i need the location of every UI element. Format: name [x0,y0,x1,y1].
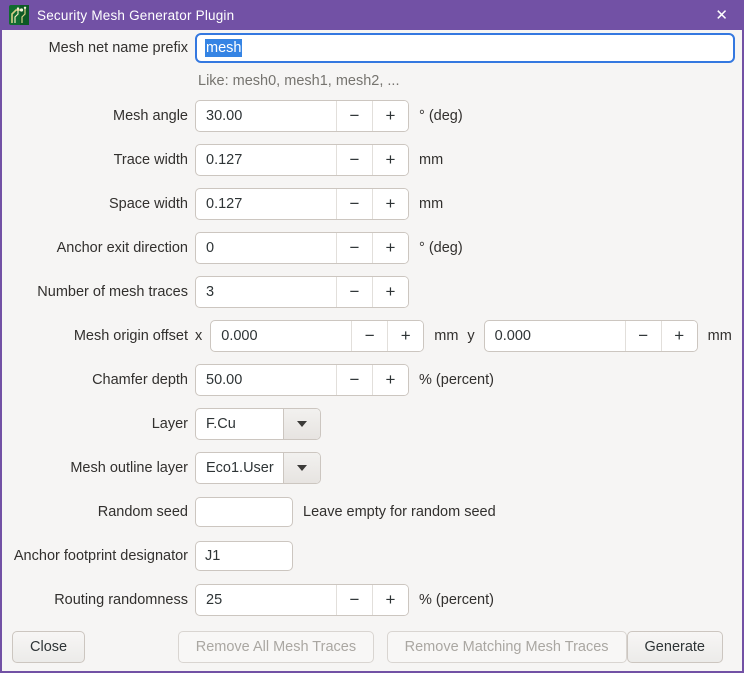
close-icon[interactable]: ✕ [711,6,732,25]
anchor-exit-direction-unit: ° (deg) [419,240,463,256]
origin-x-label: x [195,328,202,344]
chamfer-depth-decrement-button[interactable]: − [336,365,372,395]
chamfer-depth-spinner: 50.00 − + [195,364,409,396]
routing-randomness-input[interactable]: 25 [196,585,336,615]
mesh-net-name-prefix-row: Mesh net name prefix mesh [2,33,735,63]
trace-width-unit: mm [419,152,443,168]
trace-width-label: Trace width [2,152,188,168]
space-width-spinner: 0.127 − + [195,188,409,220]
origin-y-input[interactable]: 0.000 [485,321,625,351]
chamfer-depth-row: Chamfer depth 50.00 − + % (percent) [2,364,735,396]
random-seed-label: Random seed [2,504,188,520]
plugin-dialog-window: Security Mesh Generator Plugin ✕ Mesh ne… [0,0,744,673]
anchor-exit-direction-spinner: 0 − + [195,232,409,264]
random-seed-input[interactable] [195,497,293,527]
layer-dropdown-arrow [283,409,320,439]
mesh-outline-layer-dropdown-arrow [283,453,320,483]
anchor-exit-direction-row: Anchor exit direction 0 − + ° (deg) [2,232,735,264]
chamfer-depth-unit: % (percent) [419,372,494,388]
anchor-exit-direction-input[interactable]: 0 [196,233,336,263]
trace-width-spinner: 0.127 − + [195,144,409,176]
number-of-mesh-traces-input[interactable]: 3 [196,277,336,307]
number-of-mesh-traces-label: Number of mesh traces [2,284,188,300]
origin-y-increment-button[interactable]: + [661,321,697,351]
mesh-angle-input[interactable]: 30.00 [196,101,336,131]
mesh-angle-label: Mesh angle [2,108,188,124]
mesh-angle-increment-button[interactable]: + [372,101,408,131]
mesh-outline-layer-dropdown-value: Eco1.User [196,453,283,483]
random-seed-note: Leave empty for random seed [303,504,496,520]
space-width-label: Space width [2,196,188,212]
anchor-footprint-designator-row: Anchor footprint designator J1 [2,540,735,572]
origin-x-unit: mm [434,328,458,344]
chamfer-depth-label: Chamfer depth [2,372,188,388]
prefix-hint-text: Like: mesh0, mesh1, mesh2, ... [2,73,399,89]
trace-width-decrement-button[interactable]: − [336,145,372,175]
app-icon [9,5,29,25]
mesh-origin-offset-row: Mesh origin offset x 0.000 − + mm y 0.00… [2,320,735,352]
routing-randomness-spinner: 25 − + [195,584,409,616]
anchor-exit-direction-label: Anchor exit direction [2,240,188,256]
origin-x-decrement-button[interactable]: − [351,321,387,351]
chevron-down-icon [297,465,307,471]
random-seed-row: Random seed Leave empty for random seed [2,496,735,528]
mesh-outline-layer-dropdown[interactable]: Eco1.User [195,452,321,484]
prefix-hint-row: Like: mesh0, mesh1, mesh2, ... [2,71,735,91]
chamfer-depth-increment-button[interactable]: + [372,365,408,395]
origin-x-increment-button[interactable]: + [387,321,423,351]
dialog-footer: Close Remove All Mesh Traces Remove Matc… [12,631,723,663]
mesh-angle-decrement-button[interactable]: − [336,101,372,131]
mesh-angle-unit: ° (deg) [419,108,463,124]
layer-label: Layer [2,416,188,432]
space-width-unit: mm [419,196,443,212]
mesh-outline-layer-row: Mesh outline layer Eco1.User [2,452,735,484]
mesh-angle-spinner: 30.00 − + [195,100,409,132]
space-width-increment-button[interactable]: + [372,189,408,219]
layer-row: Layer F.Cu [2,408,735,440]
anchor-exit-direction-decrement-button[interactable]: − [336,233,372,263]
window-title: Security Mesh Generator Plugin [37,8,234,23]
close-button[interactable]: Close [12,631,85,663]
origin-x-spinner: 0.000 − + [210,320,424,352]
anchor-exit-direction-increment-button[interactable]: + [372,233,408,263]
routing-randomness-label: Routing randomness [2,592,188,608]
origin-y-spinner: 0.000 − + [484,320,698,352]
trace-width-row: Trace width 0.127 − + mm [2,144,735,176]
anchor-footprint-designator-input[interactable]: J1 [195,541,293,571]
selected-input-text: mesh [205,39,242,57]
number-of-mesh-traces-spinner: 3 − + [195,276,409,308]
origin-y-label: y [467,328,474,344]
layer-dropdown[interactable]: F.Cu [195,408,321,440]
space-width-input[interactable]: 0.127 [196,189,336,219]
routing-randomness-unit: % (percent) [419,592,494,608]
mesh-net-name-prefix-input[interactable]: mesh [195,33,735,63]
routing-randomness-decrement-button[interactable]: − [336,585,372,615]
routing-randomness-row: Routing randomness 25 − + % (percent) [2,584,735,616]
anchor-footprint-designator-label: Anchor footprint designator [2,548,188,564]
generate-button[interactable]: Generate [627,631,723,663]
layer-dropdown-value: F.Cu [196,409,283,439]
chevron-down-icon [297,421,307,427]
number-of-mesh-traces-increment-button[interactable]: + [372,277,408,307]
mesh-angle-row: Mesh angle 30.00 − + ° (deg) [2,100,735,132]
titlebar[interactable]: Security Mesh Generator Plugin ✕ [2,0,742,30]
number-of-mesh-traces-row: Number of mesh traces 3 − + [2,276,735,308]
mesh-outline-layer-label: Mesh outline layer [2,460,188,476]
space-width-decrement-button[interactable]: − [336,189,372,219]
mesh-net-name-prefix-label: Mesh net name prefix [2,40,188,56]
routing-randomness-increment-button[interactable]: + [372,585,408,615]
trace-width-input[interactable]: 0.127 [196,145,336,175]
mesh-origin-offset-label: Mesh origin offset [2,328,188,344]
remove-matching-mesh-traces-button[interactable]: Remove Matching Mesh Traces [387,631,627,663]
trace-width-increment-button[interactable]: + [372,145,408,175]
origin-y-unit: mm [708,328,732,344]
remove-all-mesh-traces-button[interactable]: Remove All Mesh Traces [178,631,374,663]
number-of-mesh-traces-decrement-button[interactable]: − [336,277,372,307]
dialog-content: Mesh net name prefix mesh Like: mesh0, m… [2,30,742,671]
origin-x-input[interactable]: 0.000 [211,321,351,351]
anchor-footprint-designator-value: J1 [205,548,220,564]
chamfer-depth-input[interactable]: 50.00 [196,365,336,395]
space-width-row: Space width 0.127 − + mm [2,188,735,220]
origin-y-decrement-button[interactable]: − [625,321,661,351]
